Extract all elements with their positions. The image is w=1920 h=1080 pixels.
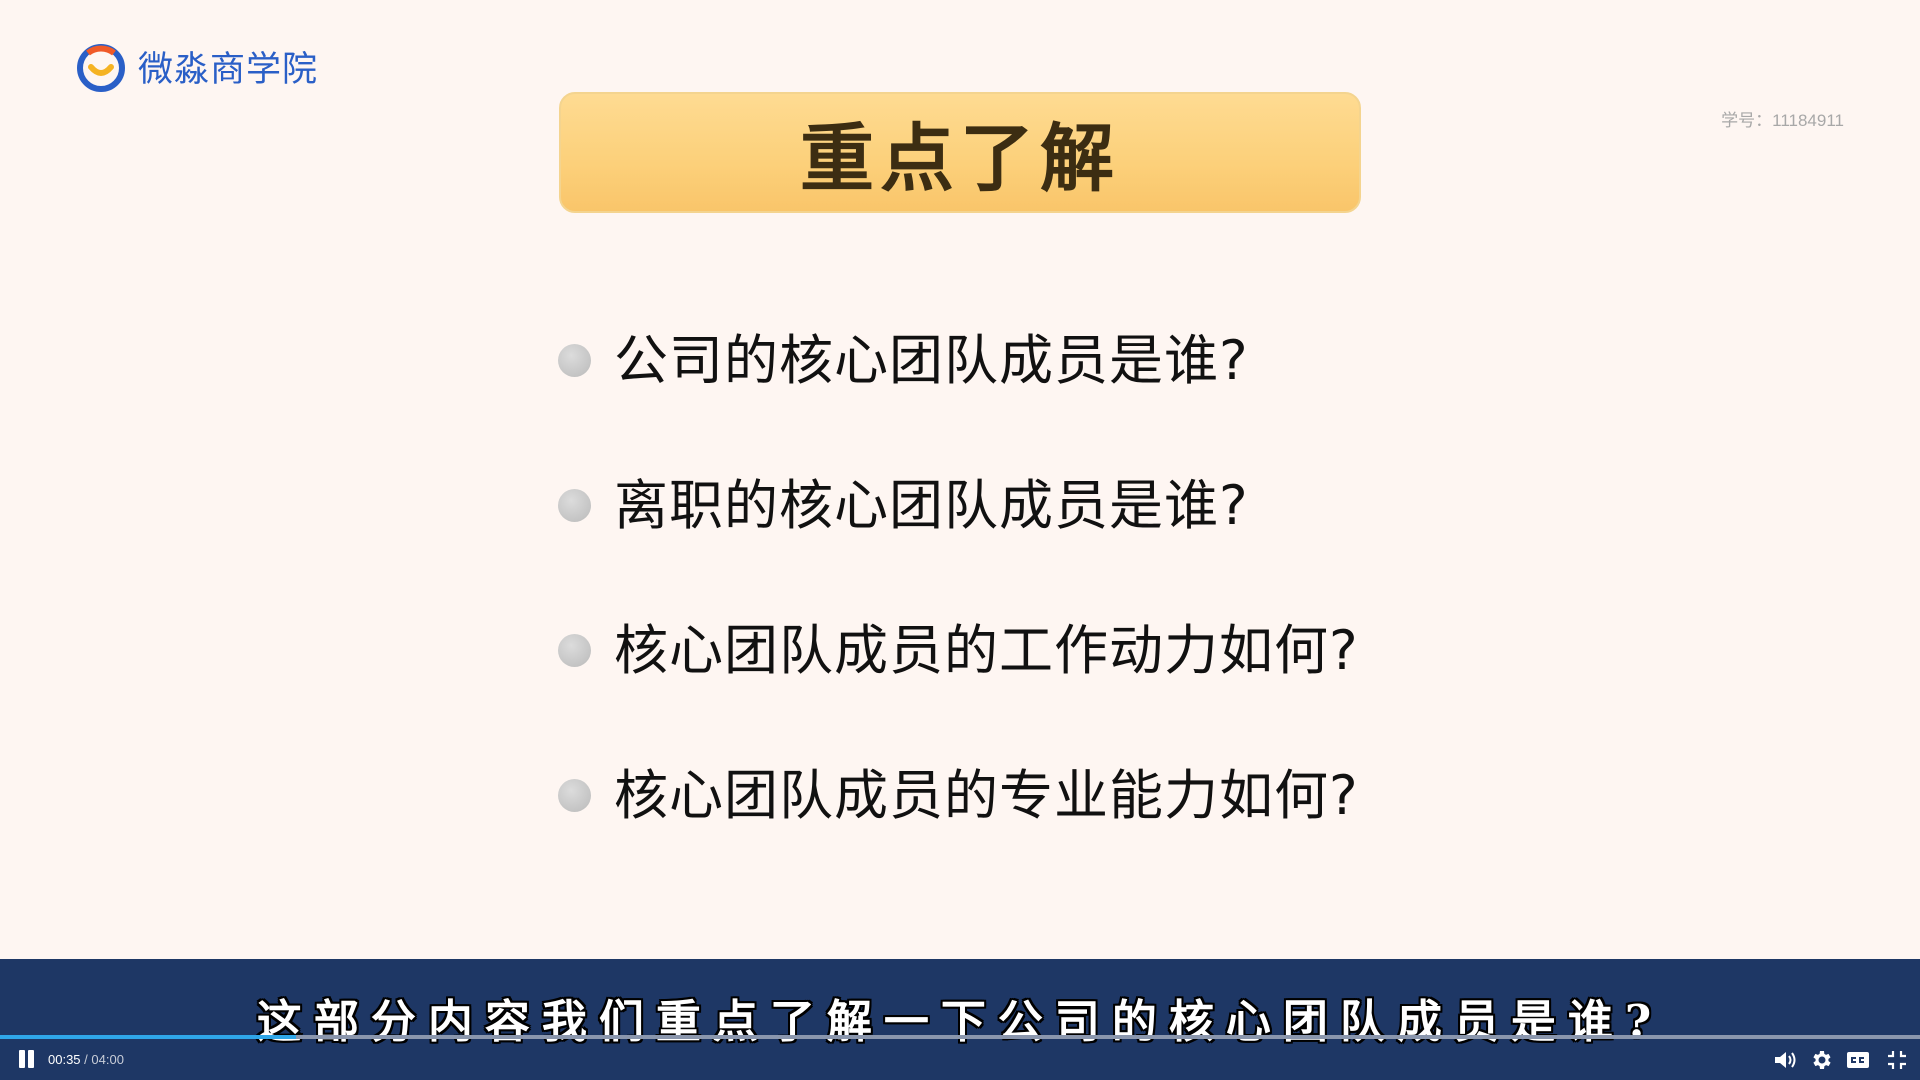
slide-title: 重点了解 [800,116,1120,202]
exit-fullscreen-icon [1888,1051,1906,1069]
captions-button[interactable] [1845,1048,1871,1072]
volume-button[interactable] [1772,1048,1798,1072]
settings-button[interactable] [1808,1048,1834,1072]
time-separator: / [80,1052,92,1067]
volume-icon [1775,1052,1796,1068]
student-id-label: 学号： [1721,111,1773,130]
logo-mark-icon [77,44,125,92]
list-item-text: 公司的核心团队成员是谁? [614,329,1249,392]
slide-area: 微淼商学院 学号：11184911 重点了解 公司的核心团队成员是谁? 离职的核… [0,0,1920,959]
list-item-text: 离职的核心团队成员是谁? [614,474,1249,537]
total-time: 04:00 [91,1052,124,1067]
list-item-text: 核心团队成员的专业能力如何? [614,764,1359,827]
time-display: 00:35 / 04:00 [48,1052,124,1067]
list-item: 公司的核心团队成员是谁? [558,322,1458,467]
list-item-text: 核心团队成员的工作动力如何? [614,619,1359,682]
pause-icon [19,1050,25,1068]
list-item: 核心团队成员的专业能力如何? [558,757,1458,902]
bullet-icon [558,634,591,667]
current-time: 00:35 [48,1052,81,1067]
exit-fullscreen-button[interactable] [1884,1048,1910,1072]
bullet-icon [558,344,591,377]
pause-icon-bar [28,1050,34,1068]
key-points-list: 公司的核心团队成员是谁? 离职的核心团队成员是谁? 核心团队成员的工作动力如何?… [558,322,1458,902]
pause-button[interactable] [18,1050,36,1070]
bullet-icon [558,779,591,812]
bullet-icon [558,489,591,522]
list-item: 核心团队成员的工作动力如何? [558,612,1458,757]
student-id: 学号：11184911 [1721,106,1844,131]
slide-title-banner: 重点了解 [559,92,1361,213]
captions-icon [1847,1052,1869,1068]
brand-logo: 微淼商学院 [74,36,318,96]
student-id-value: 11184911 [1772,111,1844,130]
progress-fill [0,1035,296,1039]
progress-bar[interactable] [0,1035,1920,1039]
gear-icon [1813,1051,1831,1069]
list-item: 离职的核心团队成员是谁? [558,467,1458,612]
logo-text: 微淼商学院 [138,49,319,90]
player-controls: 00:35 / 04:00 [0,1040,1920,1080]
